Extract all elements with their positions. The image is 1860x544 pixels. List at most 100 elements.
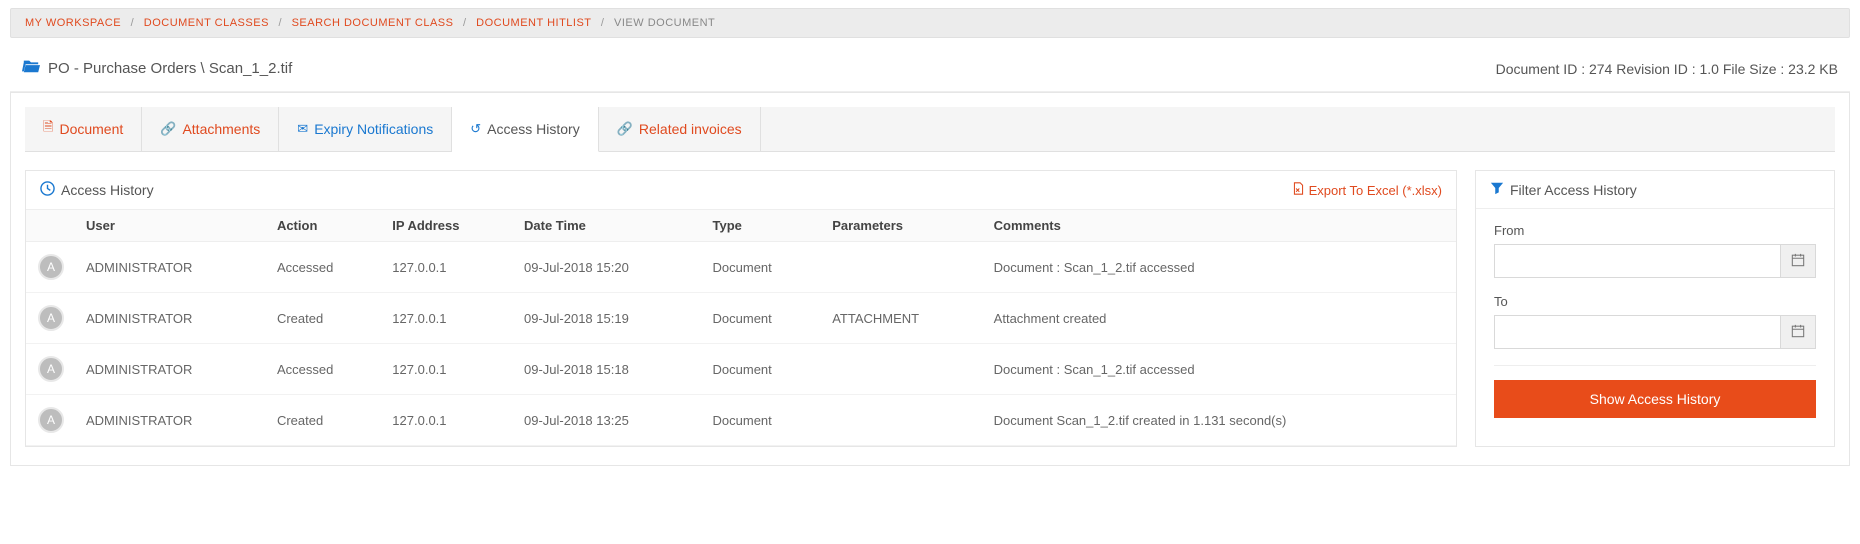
link-icon: 🔗	[617, 121, 633, 137]
tab-label: Attachments	[182, 121, 260, 137]
avatar: A	[38, 254, 64, 280]
tab-label: Expiry Notifications	[314, 121, 433, 137]
tab-expiry-notifications[interactable]: ✉ Expiry Notifications	[279, 107, 452, 151]
table-row: A ADMINISTRATORCreated127.0.0.109-Jul-201…	[26, 293, 1456, 344]
tab-label: Access History	[487, 121, 580, 137]
crumb-my-workspace[interactable]: MY WORKSPACE	[25, 17, 121, 29]
funnel-icon	[1490, 181, 1504, 198]
crumb-sep: /	[601, 17, 605, 29]
cell-comments: Document Scan_1_2.tif created in 1.131 s…	[984, 395, 1456, 446]
col-type: Type	[703, 210, 823, 242]
tab-access-history[interactable]: ↺ Access History	[452, 107, 598, 152]
clock-icon	[40, 181, 55, 199]
avatar: A	[38, 356, 64, 382]
crumb-sep: /	[131, 17, 135, 29]
excel-file-icon	[1292, 183, 1309, 198]
cell-user: ADMINISTRATOR	[76, 395, 267, 446]
cell-action: Created	[267, 293, 382, 344]
cell-type: Document	[703, 395, 823, 446]
to-date-input[interactable]	[1494, 315, 1780, 349]
folder-open-icon	[22, 58, 40, 79]
cell-parameters	[822, 395, 983, 446]
from-date-input[interactable]	[1494, 244, 1780, 278]
filter-divider	[1494, 365, 1816, 366]
cell-user: ADMINISTRATOR	[76, 242, 267, 293]
mail-icon: ✉	[297, 121, 308, 137]
history-icon: ↺	[470, 121, 481, 137]
cell-comments: Document : Scan_1_2.tif accessed	[984, 344, 1456, 395]
calendar-icon	[1791, 253, 1805, 270]
avatar: A	[38, 305, 64, 331]
cell-parameters	[822, 344, 983, 395]
from-label: From	[1494, 223, 1816, 238]
export-label: Export To Excel (*.xlsx)	[1309, 183, 1442, 198]
crumb-document-classes[interactable]: DOCUMENT CLASSES	[144, 17, 269, 29]
crumb-document-hitlist[interactable]: DOCUMENT HITLIST	[476, 17, 591, 29]
avatar: A	[38, 407, 64, 433]
col-comments: Comments	[984, 210, 1456, 242]
cell-action: Accessed	[267, 242, 382, 293]
document-icon: 🗎	[43, 118, 53, 140]
table-header-row: User Action IP Address Date Time Type Pa…	[26, 210, 1456, 242]
col-avatar	[26, 210, 76, 242]
calendar-icon	[1791, 324, 1805, 341]
tab-label: Related invoices	[639, 121, 742, 137]
cell-action: Accessed	[267, 344, 382, 395]
export-to-excel-link[interactable]: Export To Excel (*.xlsx)	[1292, 182, 1442, 198]
crumb-search-document-class[interactable]: SEARCH DOCUMENT CLASS	[292, 17, 454, 29]
filter-panel-title: Filter Access History	[1510, 182, 1637, 198]
cell-date-time: 09-Jul-2018 15:20	[514, 242, 703, 293]
document-path: PO - Purchase Orders \ Scan_1_2.tif	[48, 60, 292, 77]
cell-user: ADMINISTRATOR	[76, 344, 267, 395]
col-ip-address: IP Address	[382, 210, 514, 242]
from-date-picker-button[interactable]	[1780, 244, 1816, 278]
cell-comments: Document : Scan_1_2.tif accessed	[984, 242, 1456, 293]
col-date-time: Date Time	[514, 210, 703, 242]
cell-date-time: 09-Jul-2018 15:18	[514, 344, 703, 395]
access-history-table: User Action IP Address Date Time Type Pa…	[26, 210, 1456, 446]
title-row: PO - Purchase Orders \ Scan_1_2.tif Docu…	[0, 52, 1860, 91]
tab-attachments[interactable]: 🔗 Attachments	[142, 107, 279, 151]
cell-ip: 127.0.0.1	[382, 293, 514, 344]
cell-type: Document	[703, 344, 823, 395]
crumb-view-document: VIEW DOCUMENT	[614, 17, 715, 29]
history-panel-header: Access History Export To Excel (*.xlsx)	[26, 171, 1456, 210]
cell-parameters: ATTACHMENT	[822, 293, 983, 344]
table-row: A ADMINISTRATORAccessed127.0.0.109-Jul-20…	[26, 344, 1456, 395]
filter-access-history-panel: Filter Access History From To	[1475, 170, 1835, 447]
table-row: A ADMINISTRATORCreated127.0.0.109-Jul-201…	[26, 395, 1456, 446]
tab-related-invoices[interactable]: 🔗 Related invoices	[599, 107, 761, 151]
tab-document[interactable]: 🗎 Document	[25, 107, 142, 151]
to-date-picker-button[interactable]	[1780, 315, 1816, 349]
main-card: 🗎 Document 🔗 Attachments ✉ Expiry Notifi…	[10, 92, 1850, 466]
tab-label: Document	[59, 121, 123, 137]
cell-type: Document	[703, 293, 823, 344]
cell-type: Document	[703, 242, 823, 293]
tabs: 🗎 Document 🔗 Attachments ✉ Expiry Notifi…	[25, 107, 1835, 152]
show-access-history-button[interactable]: Show Access History	[1494, 380, 1816, 418]
crumb-sep: /	[278, 17, 282, 29]
filter-panel-header: Filter Access History	[1476, 171, 1834, 209]
col-parameters: Parameters	[822, 210, 983, 242]
to-input-group	[1494, 315, 1816, 349]
crumb-sep: /	[463, 17, 467, 29]
cell-ip: 127.0.0.1	[382, 242, 514, 293]
cell-ip: 127.0.0.1	[382, 395, 514, 446]
access-history-panel: Access History Export To Excel (*.xlsx) …	[25, 170, 1457, 447]
cell-parameters	[822, 242, 983, 293]
history-panel-title: Access History	[61, 182, 154, 198]
cell-user: ADMINISTRATOR	[76, 293, 267, 344]
cell-date-time: 09-Jul-2018 15:19	[514, 293, 703, 344]
breadcrumb: MY WORKSPACE / DOCUMENT CLASSES / SEARCH…	[10, 8, 1850, 38]
col-user: User	[76, 210, 267, 242]
cell-action: Created	[267, 395, 382, 446]
col-action: Action	[267, 210, 382, 242]
attachment-icon: 🔗	[160, 121, 176, 137]
document-meta: Document ID : 274 Revision ID : 1.0 File…	[1496, 61, 1838, 77]
cell-comments: Attachment created	[984, 293, 1456, 344]
to-label: To	[1494, 294, 1816, 309]
cell-date-time: 09-Jul-2018 13:25	[514, 395, 703, 446]
cell-ip: 127.0.0.1	[382, 344, 514, 395]
from-input-group	[1494, 244, 1816, 278]
content-row: Access History Export To Excel (*.xlsx) …	[25, 170, 1835, 447]
